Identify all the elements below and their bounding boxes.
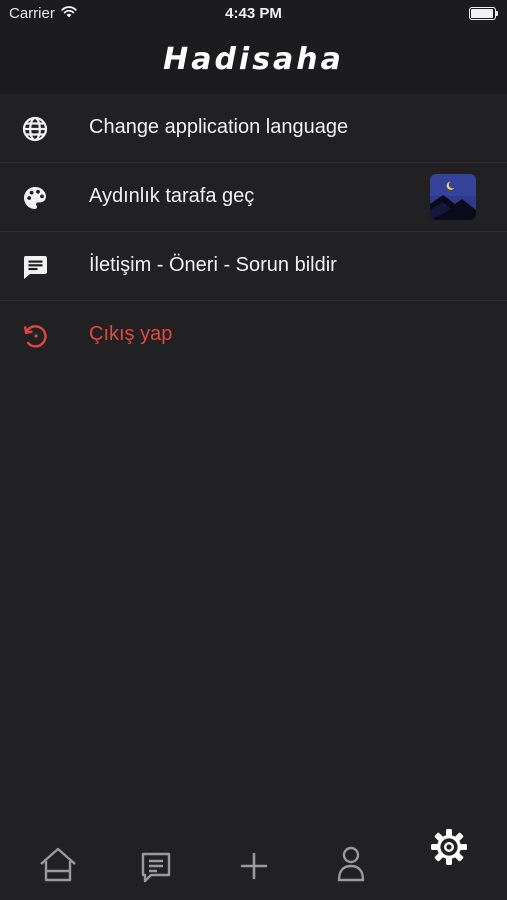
gear-icon: [431, 829, 467, 865]
palette-icon: [21, 184, 49, 212]
battery-icon: [469, 7, 499, 20]
tab-add[interactable]: [234, 846, 274, 886]
status-bar: Carrier 4:43 PM: [0, 0, 507, 28]
tab-profile[interactable]: [331, 844, 371, 884]
tab-settings[interactable]: [429, 827, 469, 867]
chat-icon: [141, 852, 171, 883]
theme-toggle-label: Aydınlık tarafa geç: [89, 185, 255, 207]
change-language-label: Change application language: [89, 116, 349, 138]
app-logo: Hadisaha: [163, 42, 344, 77]
night-theme-thumbnail[interactable]: [430, 174, 476, 220]
home-icon: [40, 847, 76, 882]
tab-home[interactable]: [38, 844, 78, 884]
contact-feedback-row[interactable]: İletişim - Öneri - Sorun bildir: [0, 232, 507, 301]
logout-row[interactable]: Çıkış yap: [0, 301, 507, 369]
message-icon: [21, 253, 49, 281]
logout-label: Çıkış yap: [89, 323, 173, 345]
contact-feedback-label: İletişim - Öneri - Sorun bildir: [89, 254, 337, 276]
change-language-row[interactable]: Change application language: [0, 94, 507, 163]
logout-icon: [21, 322, 49, 350]
plus-icon: [240, 852, 268, 880]
theme-toggle-row[interactable]: Aydınlık tarafa geç: [0, 163, 507, 232]
tab-messages[interactable]: [136, 847, 176, 887]
user-icon: [337, 846, 365, 882]
settings-list: Change application language Aydınlık tar…: [0, 94, 507, 369]
tab-bar: [0, 822, 507, 900]
globe-icon: [21, 115, 49, 143]
status-time: 4:43 PM: [225, 5, 282, 22]
app-header: Hadisaha: [0, 28, 507, 94]
